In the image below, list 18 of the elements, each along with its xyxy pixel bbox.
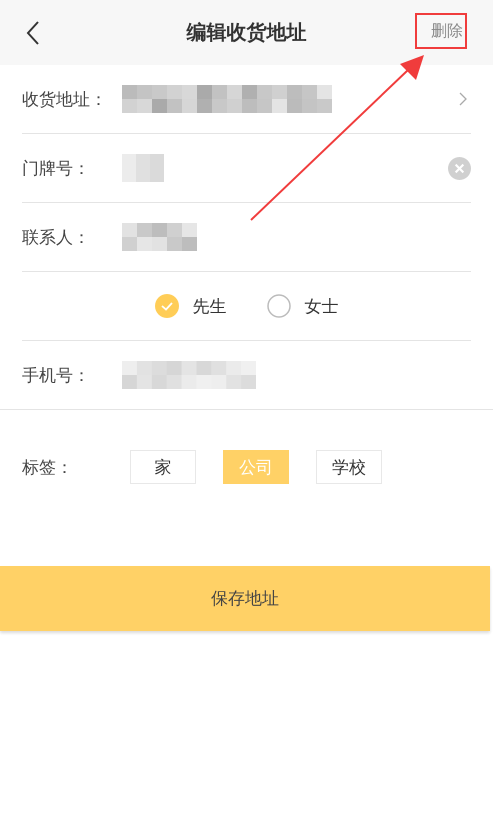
field-label: 收货地址： (22, 88, 108, 110)
checked-radio-icon[interactable] (154, 294, 178, 318)
field-label: 门牌号： (22, 158, 91, 180)
tag-chip[interactable]: 家 (130, 450, 196, 484)
chevron-right-icon[interactable] (459, 92, 467, 106)
save-button[interactable]: 保存地址 (0, 566, 490, 631)
radio-icon[interactable] (266, 294, 290, 318)
tag-chip[interactable]: 学校 (316, 450, 382, 484)
field-label: 联系人： (22, 226, 91, 248)
field-label: 手机号： (22, 364, 91, 386)
radio-label: 先生 (192, 296, 226, 318)
back-icon[interactable] (26, 20, 40, 46)
highlight-frame (415, 13, 467, 49)
blurred-value (122, 154, 164, 182)
radio-label: 女士 (304, 296, 338, 318)
field-label: 标签： (22, 456, 74, 478)
clear-icon[interactable] (448, 156, 471, 180)
page-title: 编辑收货地址 (186, 19, 306, 46)
